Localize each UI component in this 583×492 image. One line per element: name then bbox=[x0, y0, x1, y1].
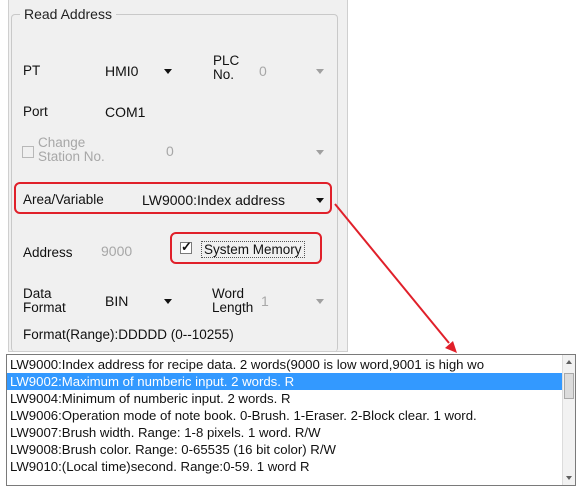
list-item[interactable]: LW9010:(Local time)second. Range:0-59. 1… bbox=[7, 458, 569, 475]
vertical-scrollbar[interactable] bbox=[562, 355, 575, 485]
list-item[interactable]: LW9000:Index address for recipe data. 2 … bbox=[7, 356, 569, 373]
area-variable-dropdown-list[interactable]: LW9000:Index address for recipe data. 2 … bbox=[6, 354, 576, 486]
list-item[interactable]: LW9007:Brush width. Range: 1-8 pixels. 1… bbox=[7, 424, 569, 441]
scroll-down-icon[interactable] bbox=[566, 476, 572, 480]
list-item-selected[interactable]: LW9002:Maximum of numberic input. 2 word… bbox=[7, 373, 569, 390]
scroll-up-icon[interactable] bbox=[566, 360, 572, 364]
list-item[interactable]: LW9008:Brush color. Range: 0-65535 (16 b… bbox=[7, 441, 569, 458]
list-item[interactable]: LW9004:Minimum of numberic input. 2 word… bbox=[7, 390, 569, 407]
arrow-head-icon bbox=[445, 341, 457, 353]
scroll-thumb[interactable] bbox=[564, 373, 574, 399]
list-item[interactable]: LW9006:Operation mode of note book. 0-Br… bbox=[7, 407, 569, 424]
arrow-line bbox=[334, 203, 450, 344]
